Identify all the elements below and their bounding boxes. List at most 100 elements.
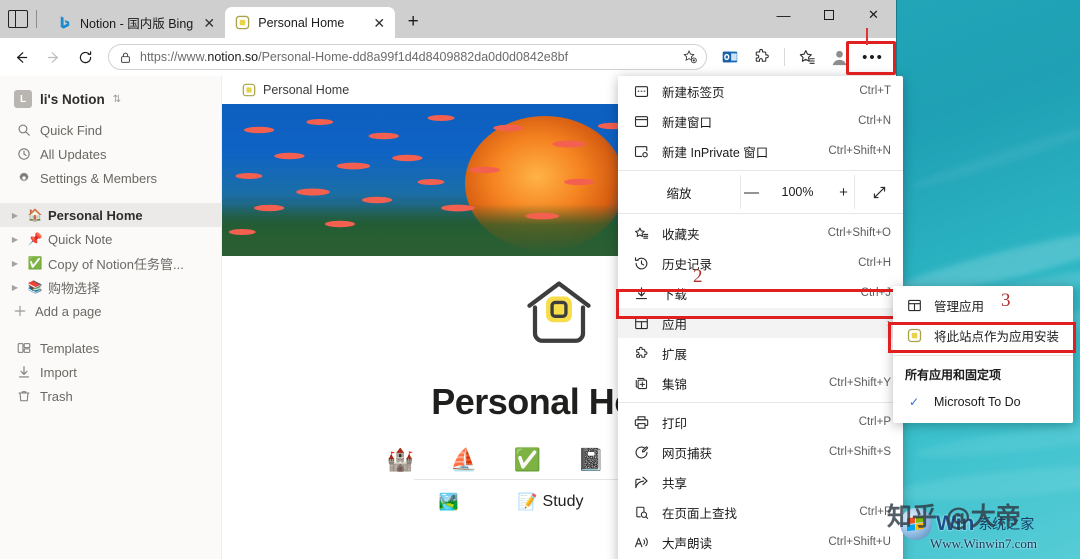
breadcrumb-label: Personal Home [263,83,350,97]
menu-item-shortcut: Ctrl+N [858,115,891,127]
search-icon [16,123,31,137]
fullscreen-button[interactable] [855,185,903,200]
profile-avatar-icon[interactable] [824,42,854,72]
sidebar-item-label: Quick Note [48,231,113,247]
new-tab-icon [632,84,650,99]
annotation-marker-2: 2 [693,266,703,287]
sidebar-item-all-updates[interactable]: All Updates [0,142,221,166]
menu-item-downloads[interactable]: 下载 Ctrl+J [618,278,903,308]
menu-item-apps[interactable]: 应用 › [618,308,903,338]
back-button[interactable] [6,42,36,72]
chevron-right-icon[interactable]: ▶ [8,235,22,244]
sidebar-item-label: Personal Home [48,207,143,223]
link-label: Study [542,493,584,510]
lock-icon [121,52,130,63]
zoom-out-button[interactable]: — [744,184,760,201]
sailboat-emoji[interactable]: ⛵ [450,449,477,471]
tab-close-icon[interactable]: ✕ [371,16,387,30]
clock-icon [16,147,31,161]
print-icon [632,415,650,430]
menu-item-print[interactable]: 打印 Ctrl+P [618,407,903,437]
find-icon [632,505,650,520]
sidebar-item-import[interactable]: Import [0,360,221,384]
submenu-item-manage-apps[interactable]: 管理应用 [893,290,1073,320]
sidebar-item-shopping[interactable]: ▶ 📚 购物选择 [0,275,221,299]
landscape-emoji: 🏞️ [438,494,459,511]
favorites-star-icon [632,226,650,241]
menu-item-share[interactable]: 共享 [618,467,903,497]
menu-item-collections[interactable]: 集锦 Ctrl+Shift+Y [618,368,903,398]
menu-item-label: 新建窗口 [662,115,713,130]
notion-sidebar: L li's Notion ⇅ Quick Find All Updates S… [0,76,222,559]
notion-home-icon [242,83,256,97]
menu-item-new-tab[interactable]: 新建标签页 Ctrl+T [618,76,903,106]
address-bar[interactable]: https://www.notion.so/Personal-Home-dd8a… [108,44,707,70]
menu-item-read-aloud[interactable]: 大声朗读 Ctrl+Shift+U [618,527,903,557]
workspace-switcher[interactable]: L li's Notion ⇅ [0,86,221,118]
submenu-item-microsoft-to-do[interactable]: ✓ Microsoft To Do [893,387,1073,417]
notebook-emoji[interactable]: 📓 [577,449,604,471]
zoom-level-value: 100% [781,185,814,199]
menu-item-new-window[interactable]: 新建窗口 Ctrl+N [618,106,903,136]
tab-divider [36,10,37,28]
link-item-landscape[interactable]: 🏞️ [439,492,464,512]
menu-item-label: 历史记录 [662,257,713,272]
close-window-button[interactable]: ✕ [851,0,896,30]
submenu-section-header: 所有应用和固定项 [905,368,1002,382]
share-icon [632,475,650,490]
sidebar-item-personal-home[interactable]: ▶ 🏠 Personal Home [0,203,221,227]
collections-icon[interactable] [792,42,822,72]
menu-item-favorites[interactable]: 收藏夹 Ctrl+Shift+O [618,218,903,248]
forward-button[interactable] [38,42,68,72]
watermark-url: Www.Winwin7.com [930,536,1037,551]
page-emoji-icon: 🏠 [27,208,43,222]
minimize-button[interactable]: — [761,0,806,30]
tab-personal-home[interactable]: Personal Home ✕ [225,7,396,38]
maximize-button[interactable] [806,0,851,30]
tab-list-icon[interactable] [8,10,28,28]
add-favorite-icon[interactable] [682,49,698,65]
check-emoji[interactable]: ✅ [514,449,541,471]
zoom-in-button[interactable]: + [835,184,851,201]
link-item-study[interactable]: 📝 Study [518,492,584,512]
sidebar-item-trash[interactable]: Trash [0,384,221,408]
read-aloud-icon [632,535,650,550]
menu-item-web-capture[interactable]: 网页捕获 Ctrl+Shift+S [618,437,903,467]
menu-item-history[interactable]: 历史记录 Ctrl+H [618,248,903,278]
house-icon[interactable] [522,278,596,350]
sidebar-item-templates[interactable]: Templates [0,336,221,360]
trash-icon [16,389,31,403]
tab-close-icon[interactable]: ✕ [201,16,217,30]
chevron-updown-icon: ⇅ [112,93,122,105]
gear-icon [16,171,31,185]
outlook-icon[interactable] [715,42,745,72]
extensions-icon[interactable] [747,42,777,72]
menu-item-new-inprivate-window[interactable]: 新建 InPrivate 窗口 Ctrl+Shift+N [618,136,903,166]
chevron-right-icon[interactable]: ▶ [8,283,22,292]
settings-and-more-button[interactable]: ••• [856,44,890,70]
sidebar-item-quick-find[interactable]: Quick Find [0,118,221,142]
menu-item-label: 集锦 [662,377,688,392]
menu-item-label: 下载 [662,287,688,302]
address-bar-text: https://www.notion.so/Personal-Home-dd8a… [140,50,569,64]
menu-item-extensions[interactable]: 扩展 [618,338,903,368]
chevron-right-icon[interactable]: ▶ [8,259,22,268]
menu-item-shortcut: Ctrl+Shift+S [829,446,891,458]
menu-item-find-on-page[interactable]: 在页面上查找 Ctrl+F [618,497,903,527]
refresh-button[interactable] [70,42,100,72]
menu-separator [618,213,903,214]
bing-icon [60,16,70,29]
sidebar-item-quick-note[interactable]: ▶ 📌 Quick Note [0,227,221,251]
tab-title: Personal Home [258,15,345,30]
submenu-item-install-site-as-app[interactable]: 将此站点作为应用安装 [893,320,1073,350]
sidebar-item-copy-of-notion[interactable]: ▶ ✅ Copy of Notion任务管... [0,251,221,275]
sidebar-item-add-a-page[interactable]: Add a page [0,299,221,323]
toolbar-icons: ••• [715,42,890,72]
sidebar-item-settings-members[interactable]: Settings & Members [0,166,221,190]
chevron-right-icon[interactable]: ▶ [8,211,22,220]
tab-notion-bing[interactable]: Notion - 国内版 Bing ✕ [47,7,225,38]
castle-emoji[interactable]: 🏰 [387,449,414,471]
submenu-separator [893,355,1073,356]
new-tab-button[interactable]: + [399,8,427,36]
